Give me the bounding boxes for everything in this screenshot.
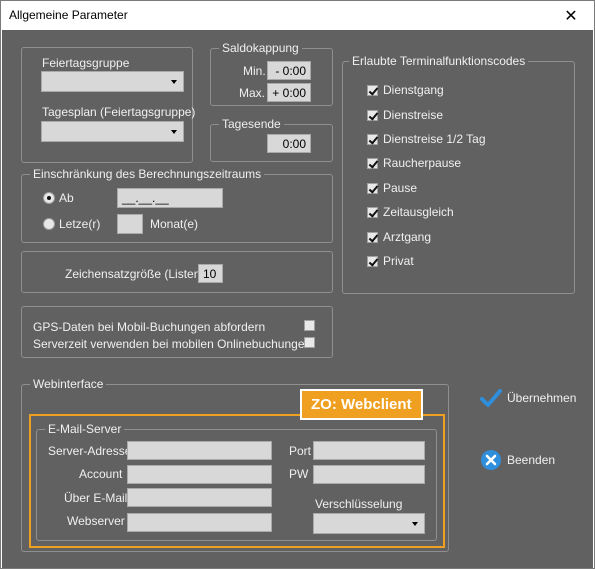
uebernehmen-button[interactable]: Übernehmen <box>480 387 576 409</box>
terminal-code-item[interactable]: Privat <box>367 254 414 268</box>
account-field[interactable] <box>127 465 272 484</box>
ab-radio[interactable] <box>43 192 55 204</box>
feiertagsgruppe-select[interactable] <box>41 71 184 92</box>
checkbox[interactable] <box>367 157 378 169</box>
terminal-code-item[interactable]: Dienstgang <box>367 83 444 97</box>
terminal-code-label: Zeitausgleich <box>383 205 454 219</box>
zeichensatz-field[interactable]: 10 <box>198 264 223 283</box>
chevron-down-icon <box>171 129 177 134</box>
close-icon[interactable]: ✕ <box>548 1 594 30</box>
port-field[interactable] <box>313 441 425 460</box>
terminal-code-label: Dienstreise <box>383 108 444 122</box>
monat-label: Monat(e) <box>150 217 199 231</box>
pw-label: PW <box>289 467 309 481</box>
tagesende-legend: Tagesende <box>219 117 284 131</box>
tagesende-field[interactable]: 0:00 <box>267 134 311 153</box>
terminal-code-item[interactable]: Raucherpause <box>367 156 461 170</box>
server-address-label: Server-Adresse <box>48 444 132 458</box>
checkmark-icon <box>480 389 502 407</box>
terminalcodes-legend: Erlaubte Terminalfunktionscodes <box>349 54 529 68</box>
checkbox[interactable] <box>367 206 378 218</box>
webinterface-legend: Webinterface <box>30 377 107 391</box>
chevron-down-icon <box>412 521 418 526</box>
letzte-months-field[interactable] <box>117 214 143 234</box>
server-address-field[interactable] <box>127 441 272 460</box>
ab-label: Ab <box>59 191 74 205</box>
checkbox[interactable] <box>367 84 378 96</box>
zeitraum-legend: Einschränkung des Berechnungszeitraums <box>30 167 265 181</box>
saldo-max-field[interactable]: + 0:00 <box>267 83 311 102</box>
gps-checkbox[interactable] <box>304 320 315 331</box>
terminal-code-label: Raucherpause <box>383 156 462 170</box>
verschluesselung-label: Verschlüsselung <box>315 497 403 511</box>
title-bar: Allgemeine Parameter ✕ <box>1 1 594 30</box>
dialog-client-area: Feiertagsgruppe Tagesplan (Feiertagsgrup… <box>2 30 593 568</box>
beenden-button[interactable]: Beenden <box>480 449 555 471</box>
terminal-code-label: Dienstreise 1/2 Tag <box>383 132 486 146</box>
checkbox[interactable] <box>367 133 378 145</box>
terminal-code-label: Dienstgang <box>383 83 444 97</box>
ab-date-field[interactable]: __.__.__ <box>117 188 223 208</box>
terminal-code-label: Pause <box>383 181 418 195</box>
letzte-radio[interactable] <box>43 218 55 230</box>
terminal-code-label: Arztgang <box>383 230 432 244</box>
serverzeit-label: Serverzeit verwenden bei mobilen Onlineb… <box>33 337 312 351</box>
close-circle-icon <box>481 450 501 470</box>
zeitraum-group: Einschränkung des Berechnungszeitraums <box>21 167 333 243</box>
terminal-code-item[interactable]: Zeitausgleich <box>367 205 454 219</box>
window-title: Allgemeine Parameter <box>9 8 128 22</box>
webclient-badge: ZO: Webclient <box>300 389 423 420</box>
serverzeit-checkbox[interactable] <box>304 337 315 348</box>
feiertagsgruppe-label: Feiertagsgruppe <box>42 56 130 70</box>
gps-label: GPS-Daten bei Mobil-Buchungen abfordern <box>33 320 266 334</box>
beenden-label: Beenden <box>507 453 556 467</box>
dialog-window: Allgemeine Parameter ✕ Feiertagsgruppe T… <box>0 0 595 569</box>
terminal-code-item[interactable]: Arztgang <box>367 230 431 244</box>
checkbox[interactable] <box>367 231 378 243</box>
checkbox[interactable] <box>367 109 378 121</box>
webserver-field[interactable] <box>127 513 272 532</box>
email-server-legend: E-Mail-Server <box>45 422 125 436</box>
webserver-label: Webserver <box>67 514 125 528</box>
verschluesselung-select[interactable] <box>313 513 425 534</box>
terminal-code-label: Privat <box>383 254 414 268</box>
letzte-label: Letze(r) <box>59 217 101 231</box>
checkbox[interactable] <box>367 255 378 267</box>
ueber-email-label: Über E-Mail <box>64 491 128 505</box>
saldo-min-field[interactable]: - 0:00 <box>267 61 311 80</box>
checkbox[interactable] <box>367 182 378 194</box>
uebernehmen-label: Übernehmen <box>507 391 577 405</box>
chevron-down-icon <box>171 79 177 84</box>
ueber-email-field[interactable] <box>127 488 272 507</box>
tagesplan-select[interactable] <box>41 121 184 142</box>
pw-field[interactable] <box>313 465 425 484</box>
terminal-code-item[interactable]: Dienstreise <box>367 108 443 122</box>
account-label: Account <box>79 467 123 481</box>
saldo-max-label: Max. <box>239 86 266 100</box>
port-label: Port <box>289 444 312 458</box>
zeichensatz-label: Zeichensatzgröße (Listen) <box>65 267 205 281</box>
saldo-min-label: Min. <box>243 64 266 78</box>
terminal-code-item[interactable]: Dienstreise 1/2 Tag <box>367 132 486 146</box>
saldokappung-legend: Saldokappung <box>219 41 302 55</box>
terminal-code-item[interactable]: Pause <box>367 181 417 195</box>
tagesplan-label: Tagesplan (Feiertagsgruppe) <box>42 105 196 119</box>
